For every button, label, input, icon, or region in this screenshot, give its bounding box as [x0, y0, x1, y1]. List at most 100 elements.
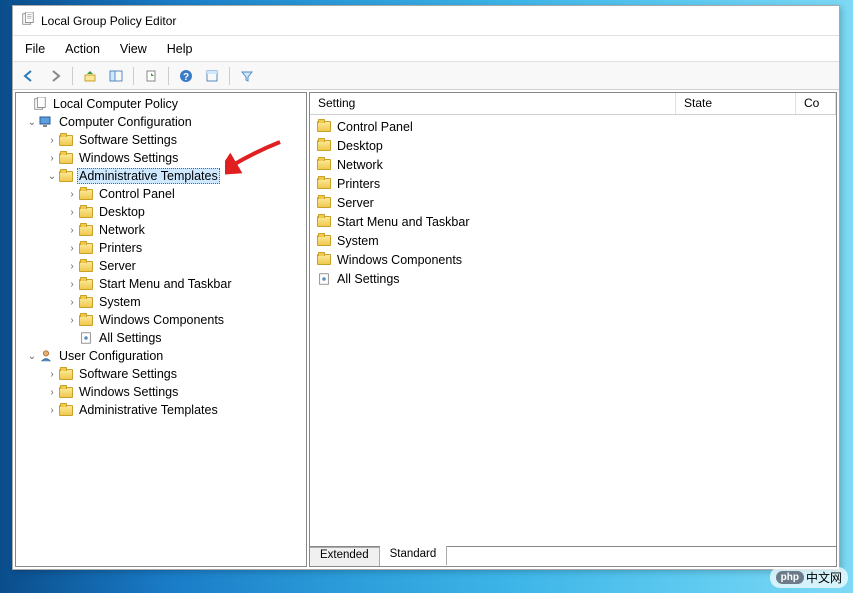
- tree-computer-config[interactable]: ⌄ Computer Configuration: [18, 113, 304, 131]
- folder-icon: [316, 157, 332, 173]
- chevron-right-icon[interactable]: ›: [46, 369, 58, 380]
- folder-icon: [78, 240, 94, 256]
- window-title: Local Group Policy Editor: [41, 14, 176, 28]
- tree-label: Local Computer Policy: [51, 97, 180, 111]
- tree-item[interactable]: ›Desktop: [18, 203, 304, 221]
- list-item[interactable]: Windows Components: [312, 250, 834, 269]
- list-item-label: Start Menu and Taskbar: [335, 215, 471, 229]
- tree-user-config[interactable]: ⌄ User Configuration: [18, 347, 304, 365]
- chevron-right-icon[interactable]: ›: [66, 297, 78, 308]
- list-item-label: System: [335, 234, 381, 248]
- tree-cc-windows[interactable]: › Windows Settings: [18, 149, 304, 167]
- folder-icon: [316, 252, 332, 268]
- column-state[interactable]: State: [676, 93, 796, 114]
- tree-label: Start Menu and Taskbar: [97, 277, 233, 291]
- tree-label: User Configuration: [57, 349, 165, 363]
- properties-button[interactable]: [200, 65, 224, 87]
- chevron-right-icon[interactable]: ›: [46, 387, 58, 398]
- watermark-text: 中文网: [806, 569, 842, 586]
- tree-item[interactable]: › Windows Components: [18, 311, 304, 329]
- list-item[interactable]: Network: [312, 155, 834, 174]
- tree-uc-software[interactable]: › Software Settings: [18, 365, 304, 383]
- titlebar: Local Group Policy Editor: [13, 6, 839, 36]
- column-setting[interactable]: Setting: [310, 93, 676, 114]
- tree-uc-admin[interactable]: › Administrative Templates: [18, 401, 304, 419]
- tree-label: Computer Configuration: [57, 115, 194, 129]
- tree-item[interactable]: › Printers: [18, 239, 304, 257]
- watermark: php 中文网: [770, 567, 848, 588]
- forward-button[interactable]: [43, 65, 67, 87]
- tree-cc-admin[interactable]: ⌄ Administrative Templates: [18, 167, 304, 185]
- tree-item[interactable]: › Server: [18, 257, 304, 275]
- tree-item[interactable]: › Start Menu and Taskbar: [18, 275, 304, 293]
- list-item[interactable]: Desktop: [312, 136, 834, 155]
- tree-item[interactable]: › Network: [18, 221, 304, 239]
- tree-root[interactable]: Local Computer Policy: [18, 95, 304, 113]
- menu-action[interactable]: Action: [65, 42, 100, 56]
- list-item[interactable]: Server: [312, 193, 834, 212]
- tree-item[interactable]: ›Control Panel: [18, 185, 304, 203]
- tree-label: Windows Settings: [77, 385, 180, 399]
- chevron-down-icon[interactable]: ⌄: [26, 117, 38, 128]
- chevron-right-icon[interactable]: ›: [66, 261, 78, 272]
- chevron-right-icon[interactable]: ›: [46, 153, 58, 164]
- folder-icon: [58, 132, 74, 148]
- chevron-right-icon[interactable]: ›: [66, 207, 78, 218]
- list-item[interactable]: System: [312, 231, 834, 250]
- list-item-label: All Settings: [335, 272, 402, 286]
- tree-label: Windows Settings: [77, 151, 180, 165]
- chevron-down-icon[interactable]: ⌄: [26, 351, 38, 362]
- tree-cc-software[interactable]: › Software Settings: [18, 131, 304, 149]
- php-badge: php: [776, 571, 804, 584]
- tree-uc-windows[interactable]: › Windows Settings: [18, 383, 304, 401]
- folder-icon: [78, 204, 94, 220]
- list-item[interactable]: Printers: [312, 174, 834, 193]
- chevron-right-icon[interactable]: ›: [46, 135, 58, 146]
- tab-extended[interactable]: Extended: [310, 547, 380, 566]
- folder-icon: [316, 176, 332, 192]
- menu-view[interactable]: View: [120, 42, 147, 56]
- chevron-right-icon[interactable]: ›: [66, 189, 78, 200]
- help-button[interactable]: ?: [174, 65, 198, 87]
- list-item-label: Network: [335, 158, 385, 172]
- tree-label: Windows Components: [97, 313, 226, 327]
- settings-icon: [78, 330, 94, 346]
- toolbar: ?: [13, 62, 839, 90]
- menu-help[interactable]: Help: [167, 42, 193, 56]
- show-hide-tree-button[interactable]: [104, 65, 128, 87]
- tree-panel[interactable]: Local Computer Policy ⌄ Computer Configu…: [15, 92, 307, 567]
- chevron-right-icon[interactable]: ›: [66, 243, 78, 254]
- list-item-label: Desktop: [335, 139, 385, 153]
- list-view[interactable]: Setting State Co Control Panel Desktop Net…: [309, 92, 837, 547]
- folder-icon: [58, 168, 74, 184]
- chevron-right-icon[interactable]: ›: [66, 225, 78, 236]
- list-item-label: Windows Components: [335, 253, 464, 267]
- filter-button[interactable]: [235, 65, 259, 87]
- chevron-right-icon[interactable]: ›: [66, 279, 78, 290]
- list-item-label: Server: [335, 196, 376, 210]
- export-button[interactable]: [139, 65, 163, 87]
- view-tabs: Extended Standard: [309, 547, 837, 567]
- main-window: Local Group Policy Editor File Action Vi…: [12, 5, 840, 570]
- up-button[interactable]: [78, 65, 102, 87]
- chevron-right-icon[interactable]: ›: [66, 315, 78, 326]
- back-button[interactable]: [17, 65, 41, 87]
- tree-label: Server: [97, 259, 138, 273]
- tree-label: Network: [97, 223, 147, 237]
- list-item[interactable]: Control Panel: [312, 117, 834, 136]
- tree-item[interactable]: All Settings: [18, 329, 304, 347]
- chevron-right-icon[interactable]: ›: [46, 405, 58, 416]
- column-comment[interactable]: Co: [796, 93, 836, 114]
- separator: [229, 67, 230, 85]
- list-item[interactable]: All Settings: [312, 269, 834, 288]
- list-item[interactable]: Start Menu and Taskbar: [312, 212, 834, 231]
- chevron-down-icon[interactable]: ⌄: [46, 171, 58, 182]
- tree-item[interactable]: ›System: [18, 293, 304, 311]
- list-body: Control Panel Desktop Network Printers Serve…: [310, 115, 836, 546]
- folder-icon: [78, 312, 94, 328]
- tab-standard[interactable]: Standard: [380, 546, 448, 565]
- folder-icon: [78, 186, 94, 202]
- menu-file[interactable]: File: [25, 42, 45, 56]
- tree-label: Printers: [97, 241, 144, 255]
- folder-icon: [58, 402, 74, 418]
